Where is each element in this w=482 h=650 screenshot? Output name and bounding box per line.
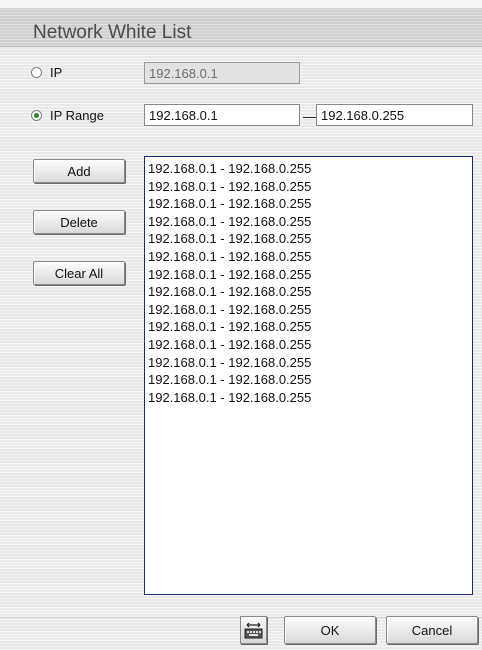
- list-item[interactable]: 192.168.0.1 - 192.168.0.255: [145, 213, 472, 231]
- keyboard-icon: [244, 622, 263, 638]
- list-item[interactable]: 192.168.0.1 - 192.168.0.255: [145, 248, 472, 266]
- clear-all-button[interactable]: Clear All: [33, 261, 125, 285]
- dialog-title: Network White List: [33, 22, 192, 43]
- whitelist-listbox[interactable]: 192.168.0.1 - 192.168.0.255 192.168.0.1 …: [144, 156, 473, 595]
- list-item[interactable]: 192.168.0.1 - 192.168.0.255: [145, 336, 472, 354]
- delete-button[interactable]: Delete: [33, 210, 125, 234]
- list-item[interactable]: 192.168.0.1 - 192.168.0.255: [145, 371, 472, 389]
- list-item[interactable]: 192.168.0.1 - 192.168.0.255: [145, 301, 472, 319]
- virtual-keyboard-button[interactable]: [240, 616, 267, 644]
- list-item[interactable]: 192.168.0.1 - 192.168.0.255: [145, 266, 472, 284]
- list-item[interactable]: 192.168.0.1 - 192.168.0.255: [145, 230, 472, 248]
- list-item[interactable]: 192.168.0.1 - 192.168.0.255: [145, 160, 472, 178]
- ip-range-end-input[interactable]: [316, 104, 473, 126]
- ip-range-separator: —: [303, 108, 317, 124]
- ip-range-radio-button[interactable]: [31, 110, 42, 121]
- ip-input[interactable]: [144, 62, 300, 84]
- list-item[interactable]: 192.168.0.1 - 192.168.0.255: [145, 389, 472, 407]
- ok-button[interactable]: OK: [284, 616, 376, 644]
- ip-range-start-input[interactable]: [144, 104, 300, 126]
- list-item[interactable]: 192.168.0.1 - 192.168.0.255: [145, 318, 472, 336]
- ip-radio-button[interactable]: [31, 67, 42, 78]
- list-item[interactable]: 192.168.0.1 - 192.168.0.255: [145, 178, 472, 196]
- list-item[interactable]: 192.168.0.1 - 192.168.0.255: [145, 195, 472, 213]
- ip-radio-option[interactable]: IP: [31, 65, 62, 80]
- cancel-button[interactable]: Cancel: [386, 616, 478, 644]
- top-strip: [0, 0, 482, 8]
- list-item[interactable]: 192.168.0.1 - 192.168.0.255: [145, 283, 472, 301]
- list-item[interactable]: 192.168.0.1 - 192.168.0.255: [145, 354, 472, 372]
- dialog-title-bar: Network White List: [0, 8, 482, 47]
- ip-range-radio-label: IP Range: [50, 108, 104, 123]
- add-button[interactable]: Add: [33, 159, 125, 183]
- ip-range-radio-option[interactable]: IP Range: [31, 108, 104, 123]
- ip-radio-label: IP: [50, 65, 63, 80]
